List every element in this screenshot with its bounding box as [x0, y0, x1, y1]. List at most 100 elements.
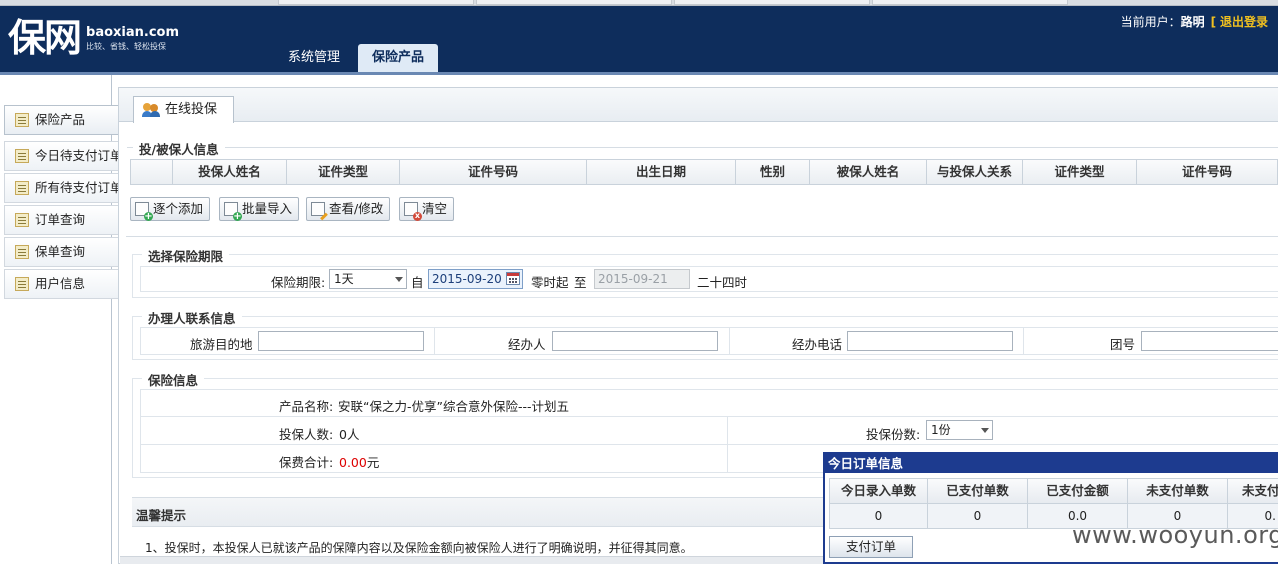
- period-select[interactable]: 1天: [329, 269, 407, 289]
- order-panel-title: 今日订单信息: [825, 454, 1278, 473]
- table-cell: 0: [830, 504, 928, 528]
- premium-amount: 0.00元: [339, 452, 379, 471]
- add-one-button[interactable]: 逐个添加: [130, 197, 211, 221]
- tab-online-insure[interactable]: 在线投保: [133, 96, 234, 123]
- sidebar-item-policy-query[interactable]: 保单查询: [4, 237, 124, 267]
- users-icon: [142, 103, 160, 117]
- user-bar: 当前用户：路明 [ 退出登录: [1121, 13, 1268, 30]
- end-date-value: 2015-09-21: [598, 272, 668, 286]
- column-header: 未支付: [1242, 483, 1278, 498]
- document-icon: [15, 277, 29, 291]
- sidebar-item-label: 所有待支付订单: [35, 180, 123, 195]
- sidebar-item-order-query[interactable]: 订单查询: [4, 205, 124, 235]
- column-header: 今日录入单数: [830, 479, 928, 503]
- end-date-input: 2015-09-21: [594, 269, 690, 289]
- destination-input[interactable]: [258, 331, 424, 351]
- cell-divider: [727, 416, 728, 473]
- add-icon: [135, 202, 153, 221]
- column-header: [131, 160, 173, 184]
- cell-divider: [729, 327, 730, 355]
- period-label: 保险期限:: [271, 275, 326, 290]
- column-header: 已支付金额: [1028, 479, 1128, 503]
- handler-input[interactable]: [552, 331, 718, 351]
- start-suffix: 零时起: [531, 275, 569, 290]
- logout-bracket: [: [1210, 15, 1217, 29]
- button-label: 逐个添加: [153, 201, 204, 216]
- period-legend: 选择保险期限: [142, 246, 230, 265]
- sidebar-item-label: 订单查询: [35, 212, 86, 227]
- logo-mark: 保网: [8, 16, 82, 60]
- browser-tab[interactable]: [278, 0, 474, 5]
- column-header: 证件类型: [1023, 160, 1137, 184]
- calendar-icon[interactable]: [506, 272, 520, 285]
- column-header: 证件类型: [287, 160, 400, 184]
- sidebar-item-user-info[interactable]: 用户信息: [4, 269, 124, 299]
- browser-tab[interactable]: [872, 0, 1068, 5]
- premium-unit: 元: [366, 455, 380, 470]
- nav-tab-insurance-products[interactable]: 保险产品: [358, 44, 439, 72]
- handler-label: 经办人: [508, 337, 546, 352]
- column-header: 已支付单数: [928, 479, 1028, 503]
- nav-tab-system[interactable]: 系统管理: [274, 44, 354, 72]
- main-tabbar: 在线投保: [119, 88, 1278, 123]
- browser-tab[interactable]: [476, 0, 672, 5]
- tab-label: 在线投保: [165, 102, 218, 117]
- document-icon: [15, 245, 29, 259]
- browser-tab[interactable]: [674, 0, 870, 5]
- current-user-label: 当前用户：: [1120, 15, 1181, 29]
- batch-import-button[interactable]: 批量导入: [219, 197, 300, 221]
- sidebar-item-label: 用户信息: [35, 276, 86, 291]
- username: 路明: [1180, 15, 1205, 29]
- column-header: 未支付单数: [1128, 479, 1228, 503]
- column-header: 投保人姓名: [173, 160, 287, 184]
- order-table-header: 今日录入单数 已支付单数 已支付金额 未支付单数 未支付: [829, 478, 1278, 504]
- premium-value: 0.00: [339, 455, 367, 470]
- logo: 保网 baoxian.com 比较、省钱、轻松投保: [8, 16, 179, 60]
- insured-count-value: 0人: [339, 427, 360, 442]
- logout-link[interactable]: 退出登录: [1220, 15, 1268, 29]
- sidebar-item-label: 保险产品: [35, 112, 86, 127]
- copies-select[interactable]: 1份: [926, 420, 993, 440]
- view-edit-button[interactable]: 查看/修改: [306, 197, 391, 221]
- logo-slogan: 比较、省钱、轻松投保: [86, 41, 167, 51]
- logo-text: baoxian.com 比较、省钱、轻松投保: [86, 25, 179, 52]
- column-header: 与投保人关系: [927, 160, 1023, 184]
- handler-phone-input[interactable]: [847, 331, 1013, 351]
- document-icon: [15, 113, 29, 127]
- insured-legend: 投/被保人信息: [133, 139, 225, 158]
- sidebar-item-all-unpaid[interactable]: 所有待支付订单: [4, 173, 124, 203]
- period-value: 1天: [334, 272, 354, 286]
- document-icon: [15, 181, 29, 195]
- to-label: 至: [574, 275, 587, 290]
- header-divider: [0, 72, 1278, 75]
- from-label: 自: [411, 275, 424, 290]
- pay-order-button[interactable]: 支付订单: [829, 536, 913, 558]
- watermark: www.wooyun.org: [1072, 521, 1278, 549]
- column-header: 性别: [736, 160, 810, 184]
- cell-divider: [1023, 327, 1024, 355]
- cell-divider: [434, 327, 435, 355]
- button-label: 批量导入: [242, 201, 293, 216]
- chevron-down-icon: [981, 428, 989, 433]
- start-date-input[interactable]: 2015-09-20: [428, 269, 523, 289]
- sidebar-item-insurance-products[interactable]: 保险产品: [4, 105, 124, 135]
- copies-label: 投保份数:: [866, 427, 921, 442]
- clear-icon: [404, 202, 422, 221]
- sidebar: 保险产品 今日待支付订单 所有待支付订单 订单查询 保单查询 用户信息: [0, 75, 124, 564]
- edit-icon: [311, 202, 325, 216]
- group-no-input[interactable]: [1141, 331, 1278, 351]
- tips-title: 温馨提示: [136, 508, 187, 523]
- handler-phone-label: 经办电话: [792, 337, 843, 352]
- column-header: 被保人姓名: [810, 160, 927, 184]
- end-suffix: 二十四时: [697, 275, 748, 290]
- clear-button[interactable]: 清空: [399, 197, 455, 221]
- product-name: 安联“保之力-优享”综合意外保险---计划五: [338, 399, 569, 414]
- app-header: 保网 baoxian.com 比较、省钱、轻松投保 当前用户：路明[ 退出登录 …: [0, 6, 1278, 72]
- premium-label: 保费合计:: [279, 455, 334, 470]
- tips-line: 1、投保时，本投保人已就该产品的保障内容以及保险金额向被保险人进行了明确说明，并…: [145, 541, 693, 555]
- sidebar-item-today-unpaid[interactable]: 今日待支付订单: [4, 141, 124, 171]
- group-no-label: 团号: [1110, 337, 1136, 352]
- start-date-value: 2015-09-20: [432, 272, 502, 286]
- button-label: 清空: [422, 201, 448, 216]
- product-label: 产品名称:: [279, 399, 334, 414]
